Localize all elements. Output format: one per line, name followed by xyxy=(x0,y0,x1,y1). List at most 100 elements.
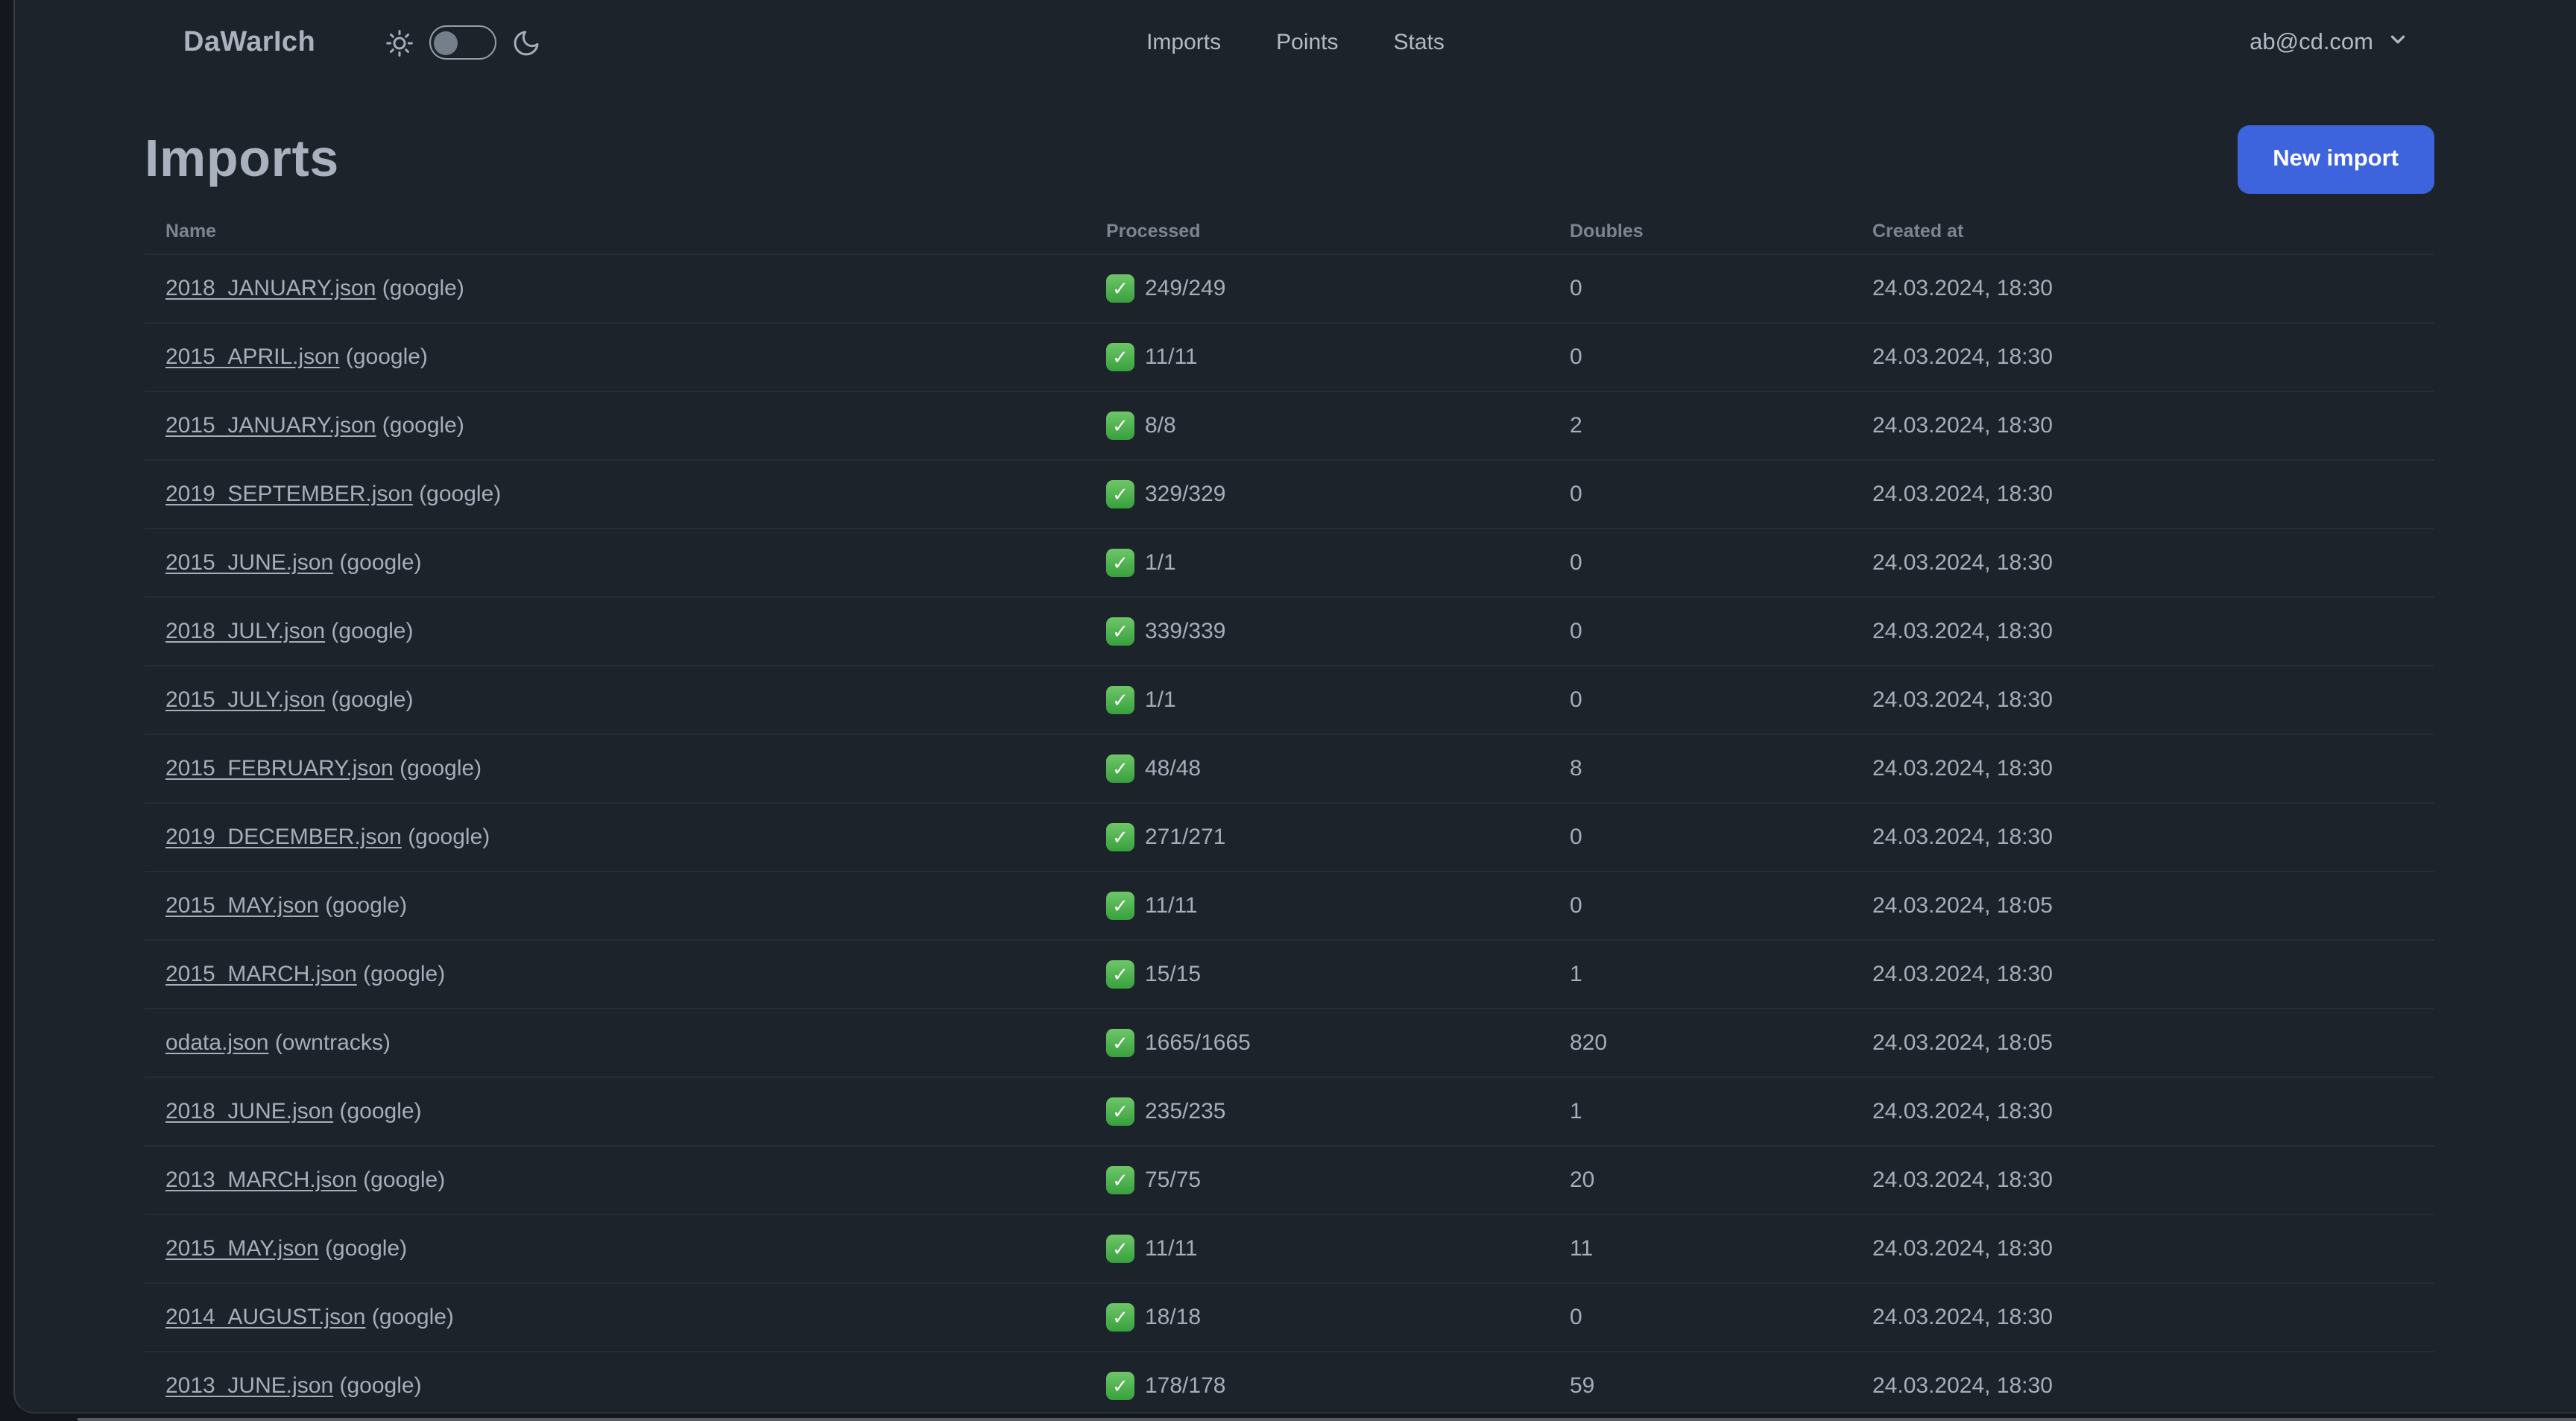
doubles-cell: 2 xyxy=(1570,413,1582,438)
table-row: 2015_MAY.json (google) ✓ 11/11 0 24.03.2… xyxy=(145,871,2434,939)
nav-link-points[interactable]: Points xyxy=(1276,30,1338,55)
import-source-label: (google) xyxy=(339,1373,422,1399)
import-file-link[interactable]: 2018_JANUARY.json xyxy=(165,276,376,301)
page-header: Imports New import xyxy=(145,125,2434,194)
created-at-cell: 24.03.2024, 18:30 xyxy=(1872,413,2053,438)
import-file-link[interactable]: 2019_SEPTEMBER.json xyxy=(165,482,413,507)
processed-count: 235/235 xyxy=(1145,1099,1226,1124)
created-at-cell: 24.03.2024, 18:05 xyxy=(1872,893,2053,919)
theme-toggle-switch[interactable] xyxy=(429,25,496,60)
table-row: 2015_JANUARY.json (google) ✓ 8/8 2 24.03… xyxy=(145,391,2434,459)
import-file-link[interactable]: 2015_MAY.json xyxy=(165,893,319,919)
import-file-link[interactable]: 2018_JULY.json xyxy=(165,619,325,644)
doubles-cell: 0 xyxy=(1570,550,1582,576)
processed-count: 11/11 xyxy=(1145,344,1198,370)
import-source-label: (google) xyxy=(382,413,464,438)
success-check-icon: ✓ xyxy=(1106,343,1134,371)
import-file-link[interactable]: odata.json xyxy=(165,1030,268,1056)
import-source-label: (google) xyxy=(339,550,422,576)
doubles-cell: 0 xyxy=(1570,687,1582,713)
table-row: 2013_MARCH.json (google) ✓ 75/75 20 24.0… xyxy=(145,1145,2434,1214)
success-check-icon: ✓ xyxy=(1106,686,1134,714)
table-row: 2015_FEBRUARY.json (google) ✓ 48/48 8 24… xyxy=(145,734,2434,802)
doubles-cell: 0 xyxy=(1570,344,1582,370)
page-title: Imports xyxy=(145,130,339,188)
column-header-processed: Processed xyxy=(1106,221,1201,242)
import-source-label: (owntracks) xyxy=(274,1030,391,1056)
processed-count: 249/249 xyxy=(1145,276,1226,301)
processed-count: 1/1 xyxy=(1145,687,1176,713)
import-file-link[interactable]: 2015_MAY.json xyxy=(165,1236,319,1261)
created-at-cell: 24.03.2024, 18:30 xyxy=(1872,276,2053,301)
processed-count: 339/339 xyxy=(1145,619,1226,644)
doubles-cell: 0 xyxy=(1570,619,1582,644)
table-row: 2015_MAY.json (google) ✓ 11/11 11 24.03.… xyxy=(145,1214,2434,1282)
success-check-icon: ✓ xyxy=(1106,480,1134,508)
bottom-scrollbar-strip[interactable] xyxy=(78,1418,2576,1421)
nav-link-imports[interactable]: Imports xyxy=(1146,30,1221,55)
doubles-cell: 0 xyxy=(1570,1305,1582,1330)
created-at-cell: 24.03.2024, 18:05 xyxy=(1872,1030,2053,1056)
import-source-label: (google) xyxy=(363,1168,446,1193)
processed-cell: ✓ 339/339 xyxy=(1106,617,1570,646)
name-cell: 2018_JUNE.json (google) xyxy=(165,1099,1106,1124)
import-file-link[interactable]: 2019_DECEMBER.json xyxy=(165,825,402,850)
created-at-cell: 24.03.2024, 18:30 xyxy=(1872,825,2053,850)
success-check-icon: ✓ xyxy=(1106,754,1134,783)
table-row: 2019_SEPTEMBER.json (google) ✓ 329/329 0… xyxy=(145,459,2434,528)
processed-count: 329/329 xyxy=(1145,482,1226,507)
import-source-label: (google) xyxy=(408,825,490,850)
import-file-link[interactable]: 2015_FEBRUARY.json xyxy=(165,756,394,781)
navbar: DaWarIch Imports Points Stats ab@cd.com xyxy=(15,0,2576,85)
import-source-label: (google) xyxy=(325,1236,408,1261)
import-source-label: (google) xyxy=(363,962,446,987)
name-cell: 2018_JULY.json (google) xyxy=(165,619,1106,644)
import-file-link[interactable]: 2013_MARCH.json xyxy=(165,1168,357,1193)
moon-icon xyxy=(511,28,540,57)
app-logo[interactable]: DaWarIch xyxy=(183,26,315,59)
processed-cell: ✓ 8/8 xyxy=(1106,412,1570,440)
processed-count: 8/8 xyxy=(1145,413,1176,438)
nav-link-stats[interactable]: Stats xyxy=(1394,30,1445,55)
name-cell: 2015_JULY.json (google) xyxy=(165,687,1106,713)
doubles-cell: 0 xyxy=(1570,825,1582,850)
import-file-link[interactable]: 2015_JULY.json xyxy=(165,687,325,713)
import-file-link[interactable]: 2014_AUGUST.json xyxy=(165,1305,366,1330)
created-at-cell: 24.03.2024, 18:30 xyxy=(1872,1236,2053,1261)
import-file-link[interactable]: 2018_JUNE.json xyxy=(165,1099,333,1124)
table-row: 2019_DECEMBER.json (google) ✓ 271/271 0 … xyxy=(145,802,2434,871)
success-check-icon: ✓ xyxy=(1106,892,1134,920)
theme-toggle-group xyxy=(384,25,540,60)
user-menu[interactable]: ab@cd.com xyxy=(2250,28,2409,57)
import-file-link[interactable]: 2013_JUNE.json xyxy=(165,1373,333,1399)
processed-cell: ✓ 249/249 xyxy=(1106,274,1570,303)
processed-cell: ✓ 75/75 xyxy=(1106,1166,1570,1194)
name-cell: 2015_JANUARY.json (google) xyxy=(165,413,1106,438)
main-content: Imports New import Name Processed Double… xyxy=(145,125,2434,1412)
success-check-icon: ✓ xyxy=(1106,617,1134,646)
import-file-link[interactable]: 2015_JUNE.json xyxy=(165,550,333,576)
table-row: 2013_JUNE.json (google) ✓ 178/178 59 24.… xyxy=(145,1351,2434,1412)
import-source-label: (google) xyxy=(400,756,482,781)
name-cell: 2015_APRIL.json (google) xyxy=(165,344,1106,370)
import-file-link[interactable]: 2015_MARCH.json xyxy=(165,962,357,987)
created-at-cell: 24.03.2024, 18:30 xyxy=(1872,550,2053,576)
import-file-link[interactable]: 2015_JANUARY.json xyxy=(165,413,376,438)
name-cell: 2013_JUNE.json (google) xyxy=(165,1373,1106,1399)
success-check-icon: ✓ xyxy=(1106,274,1134,303)
doubles-cell: 1 xyxy=(1570,1099,1582,1124)
table-row: odata.json (owntracks) ✓ 1665/1665 820 2… xyxy=(145,1008,2434,1077)
imports-table-body: 2018_JANUARY.json (google) ✓ 249/249 0 2… xyxy=(145,253,2434,1412)
processed-count: 18/18 xyxy=(1145,1305,1202,1330)
processed-cell: ✓ 1/1 xyxy=(1106,549,1570,577)
import-file-link[interactable]: 2015_APRIL.json xyxy=(165,344,340,370)
success-check-icon: ✓ xyxy=(1106,1303,1134,1332)
name-cell: 2014_AUGUST.json (google) xyxy=(165,1305,1106,1330)
doubles-cell: 0 xyxy=(1570,276,1582,301)
import-source-label: (google) xyxy=(345,344,428,370)
name-cell: 2019_SEPTEMBER.json (google) xyxy=(165,482,1106,507)
success-check-icon: ✓ xyxy=(1106,412,1134,440)
name-cell: 2015_JUNE.json (google) xyxy=(165,550,1106,576)
processed-cell: ✓ 1/1 xyxy=(1106,686,1570,714)
new-import-button[interactable]: New import xyxy=(2237,125,2434,194)
